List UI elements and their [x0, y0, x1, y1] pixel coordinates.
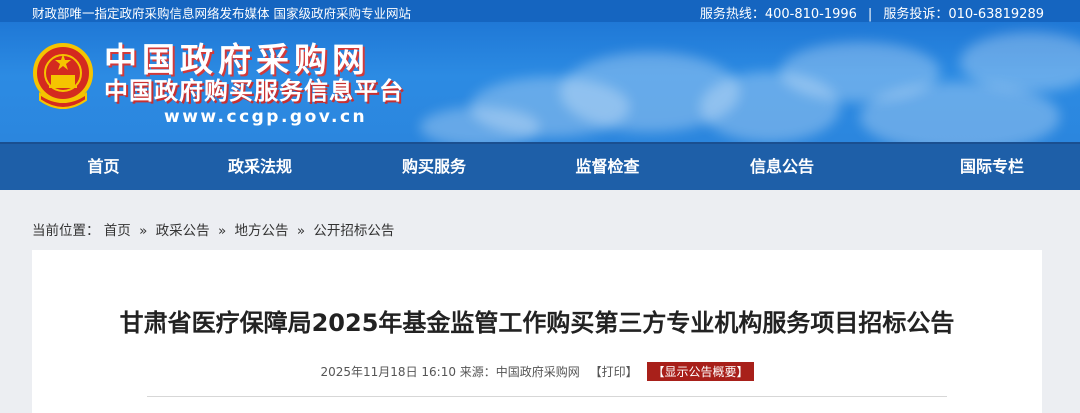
site-banner: 中国政府采购网 中国政府购买服务信息平台 www.ccgp.gov.cn [0, 22, 1080, 142]
site-name: 中国政府采购网 [104, 40, 370, 79]
nav-item-international[interactable]: 国际专栏 [904, 144, 1080, 190]
top-info-bar: 财政部唯一指定政府采购信息网络发布媒体 国家级政府采购专业网站 服务热线：400… [0, 0, 1080, 22]
hotline-text: 服务热线：400-810-1996 [699, 7, 857, 22]
nav-item-home[interactable]: 首页 [0, 144, 207, 190]
article-title: 甘肃省医疗保障局2025年基金监管工作购买第三方专业机构服务项目招标公告 [119, 309, 955, 337]
contact-info: 服务热线：400-810-1996 | 服务投诉：010-63819289 [700, 3, 1044, 22]
nav-item-announcements[interactable]: 信息公告 [660, 144, 904, 190]
article-source: 来源：中国政府采购网 [459, 365, 580, 379]
site-url: www.ccgp.gov.cn [164, 107, 368, 127]
article-meta: 2025年11月18日 16:10 来源：中国政府采购网 【打印】 【显示公告概… [32, 362, 1042, 381]
article-card: 甘肃省医疗保障局2025年基金监管工作购买第三方专业机构服务项目招标公告 202… [32, 250, 1042, 413]
breadcrumb-local-notices[interactable]: 地方公告 [235, 223, 289, 239]
national-emblem-icon [33, 43, 93, 109]
nav-item-supervision[interactable]: 监督检查 [555, 144, 660, 190]
breadcrumb-procurement-notices[interactable]: 政采公告 [156, 223, 210, 239]
divider [147, 396, 947, 397]
complaint-text: 服务投诉：010-63819289 [883, 7, 1044, 22]
site-slogan: 财政部唯一指定政府采购信息网络发布媒体 国家级政府采购专业网站 [32, 6, 411, 21]
breadcrumb-home[interactable]: 首页 [104, 223, 131, 239]
print-link[interactable]: 【打印】 [590, 365, 638, 379]
nav-item-purchase-services[interactable]: 购买服务 [313, 144, 555, 190]
breadcrumb-open-tender[interactable]: 公开招标公告 [313, 223, 394, 239]
breadcrumb-separator: » [217, 223, 227, 239]
breadcrumb: 当前位置： 首页 » 政采公告 » 地方公告 » 公开招标公告 [32, 219, 394, 239]
breadcrumb-separator: » [296, 223, 306, 239]
article-date: 2025年11月18日 16:10 [320, 365, 456, 379]
site-subtitle: 中国政府购买服务信息平台 [104, 77, 404, 105]
breadcrumb-separator: » [139, 223, 148, 239]
show-summary-button[interactable]: 【显示公告概要】 [647, 362, 754, 381]
main-nav: 首页 政采法规 购买服务 监督检查 信息公告 国际专栏 [0, 142, 1080, 190]
contact-separator: | [867, 7, 873, 22]
breadcrumb-prefix: 当前位置： [32, 223, 100, 239]
nav-item-regulations[interactable]: 政采法规 [207, 144, 313, 190]
